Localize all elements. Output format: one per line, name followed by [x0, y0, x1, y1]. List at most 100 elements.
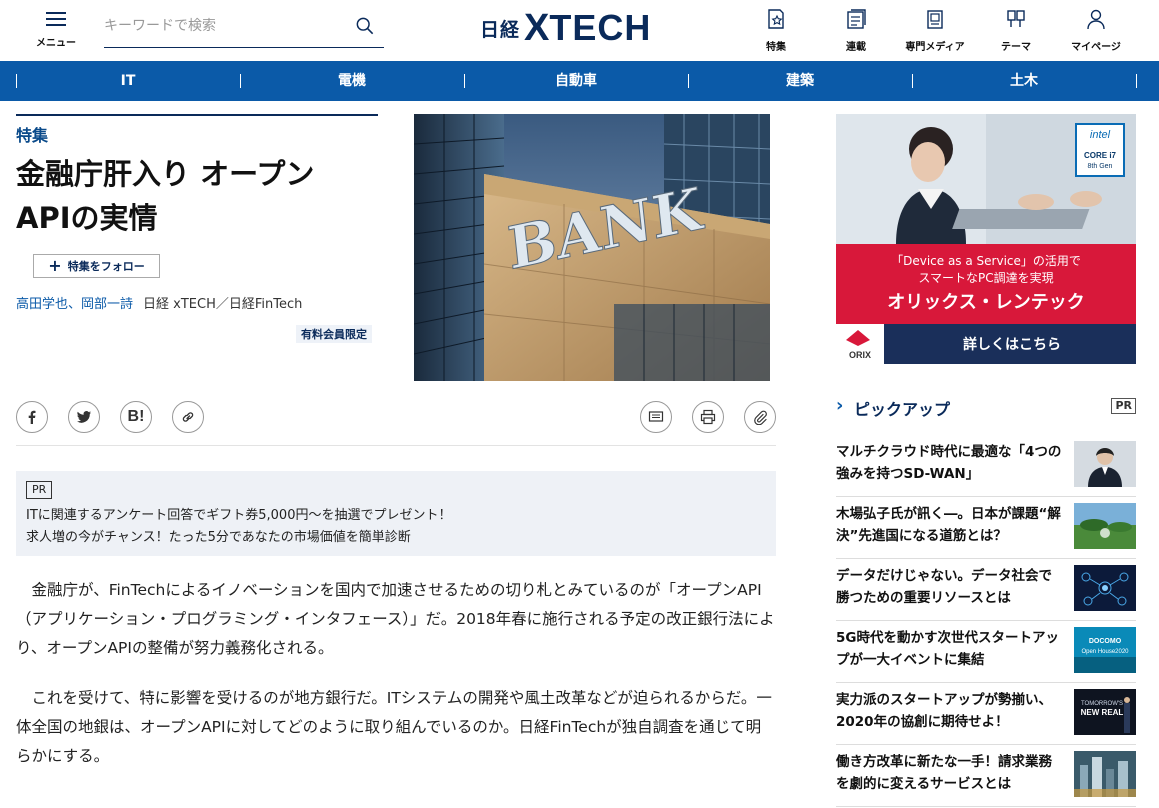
hatena-bookmark-button[interactable]: B!: [120, 401, 152, 433]
logo-nikkei: 日経: [480, 18, 521, 41]
menu-button[interactable]: メニュー: [34, 12, 78, 49]
search-box: [104, 8, 384, 48]
nav-feature[interactable]: 特集: [738, 8, 814, 53]
article-paragraph: これを受けて、特に影響を受けるのが地方銀行だ。ITシステムの開発や風土改革などが…: [16, 689, 772, 765]
comment-icon: [648, 411, 664, 422]
pickup-item-text: 木場弘子氏が訊く―。日本が課題“解決”先進国になる道筋とは？: [836, 506, 1061, 544]
article-paragraph: 金融庁が、FinTechによるイノベーションを国内で加速させるための切り札とみて…: [16, 581, 775, 657]
media-icon: [927, 10, 943, 29]
pickup-pr-tag: PR: [1111, 398, 1136, 414]
section-rule: [16, 114, 378, 116]
pr-link[interactable]: ITに関連するアンケート回答でギフト券5,000円〜を抽選でプレゼント！: [26, 504, 451, 523]
pr-box: PR ITに関連するアンケート回答でギフト券5,000円〜を抽選でプレゼント！ …: [16, 471, 776, 556]
follow-feature-button[interactable]: + 特集をフォロー: [33, 254, 160, 278]
ad-cta: 詳しくはこちら: [963, 336, 1061, 353]
docomo-thumb-text: DOCOMO: [1089, 638, 1122, 645]
nav-media[interactable]: 専門メディア: [897, 8, 973, 53]
pickup-title: ピックアップ: [854, 400, 951, 419]
pickup-item[interactable]: データだけじゃない。データ社会で勝つための重要リソースとは: [836, 559, 1136, 621]
category-civil-engineering[interactable]: 土木: [912, 61, 1136, 101]
site-logo[interactable]: 日経 X TECH: [480, 7, 652, 49]
pickup-thumbnail: [1074, 441, 1136, 487]
publication: 日経 xTECH／日経FinTech: [143, 297, 303, 312]
search-input[interactable]: [104, 9, 344, 43]
category-electronics[interactable]: 電機: [240, 61, 464, 101]
category-automotive[interactable]: 自動車: [464, 61, 688, 101]
comment-button[interactable]: [640, 401, 672, 433]
article-title: 金融庁肝入り オープン APIの実情: [16, 152, 376, 240]
hatena-bookmark-icon: B!: [127, 408, 145, 425]
nav-mypage-label: マイページ: [1071, 42, 1121, 53]
print-button[interactable]: [692, 401, 724, 433]
pickup-item[interactable]: 実力派のスタートアップが勢揃い、2020年の協創に期待せよ！ TOMORROW'…: [836, 683, 1136, 745]
pickup-item-text: 働き方改革に新たな一手！請求業務を劇的に変えるサービスとは: [836, 754, 1052, 792]
facebook-icon: [28, 410, 36, 424]
menu-label: メニュー: [36, 38, 76, 49]
pickup-header: › ピックアップ PR: [836, 394, 1136, 419]
hamburger-icon: [46, 12, 66, 26]
feature-icon: [768, 9, 784, 29]
ad-line2: スマートなPC調達を実現: [918, 270, 1053, 285]
pr-link[interactable]: 求人増の今がチャンス！たった5分であなたの市場価値を簡単診断: [26, 526, 411, 545]
user-icon: [1087, 9, 1105, 30]
pickup-item[interactable]: 働き方改革に新たな一手！請求業務を劇的に変えるサービスとは: [836, 745, 1136, 807]
logo-tech: TECH: [549, 7, 652, 48]
pickup-thumbnail: [1074, 565, 1136, 611]
newreal-thumb-subtext: NEW REAL: [1081, 708, 1124, 717]
pickup-item-text: 実力派のスタートアップが勢揃い、2020年の協創に期待せよ！: [836, 692, 1052, 730]
nav-media-label: 専門メディア: [905, 42, 965, 53]
docomo-thumb-subtext: Open House2020: [1081, 649, 1129, 655]
pickup-thumbnail: [1074, 503, 1136, 549]
twitter-share-button[interactable]: [68, 401, 100, 433]
category-divider: [1136, 74, 1137, 88]
ad-brand: オリックス・レンテック: [887, 292, 1084, 313]
byline: 高田学也、岡部一詩 日経 xTECH／日経FinTech: [16, 293, 302, 312]
cpu-model: CORE i7: [1084, 151, 1117, 160]
advertisement-banner[interactable]: intel CORE i7 8th Gen 「Device as a Servi…: [836, 114, 1136, 364]
print-icon: [700, 409, 716, 425]
clip-button[interactable]: [744, 401, 776, 433]
twitter-icon: [77, 411, 91, 423]
cpu-gen: 8th Gen: [1088, 163, 1113, 170]
nav-feature-label: 特集: [766, 42, 786, 53]
facebook-share-button[interactable]: [16, 401, 48, 433]
pr-tag: PR: [26, 481, 53, 499]
nav-theme[interactable]: テーマ: [978, 8, 1054, 53]
pickup-item[interactable]: 木場弘子氏が訊く―。日本が課題“解決”先進国になる道筋とは？: [836, 497, 1136, 559]
intel-logo: intel: [1090, 129, 1111, 141]
pickup-item-text: 5G時代を動かす次世代スタートアップが一大イベントに集結: [836, 630, 1059, 668]
pickup-item[interactable]: 5G時代を動かす次世代スタートアップが一大イベントに集結 DOCOMO Open …: [836, 621, 1136, 683]
link-icon: [182, 412, 194, 422]
category-architecture[interactable]: 建築: [688, 61, 912, 101]
newreal-thumb-text: TOMORROW'S: [1081, 701, 1123, 707]
series-icon: [847, 9, 866, 29]
paid-member-badge: 有料会員限定: [296, 325, 372, 343]
section-label[interactable]: 特集: [16, 122, 48, 146]
site-header: メニュー 日経 XTECH 特集 連載 専門メディア テーマ マイページ: [0, 0, 1159, 61]
hero-image: BANK: [414, 114, 770, 381]
pickup-thumbnail: TOMORROW'S NEW REAL: [1074, 689, 1136, 735]
pickup-thumbnail: [1074, 751, 1136, 797]
share-divider: [16, 445, 776, 446]
copy-link-button[interactable]: [172, 401, 204, 433]
author-links[interactable]: 高田学也、岡部一詩: [16, 297, 133, 312]
nav-series[interactable]: 連載: [818, 8, 894, 53]
logo-x: X: [524, 7, 550, 49]
plus-icon: +: [48, 256, 62, 275]
nav-mypage[interactable]: マイページ: [1058, 8, 1134, 53]
follow-label: 特集をフォロー: [67, 260, 145, 273]
article-title-line2: APIの実情: [16, 201, 158, 235]
search-icon[interactable]: [356, 17, 374, 35]
orix-logo: ORIX: [849, 350, 871, 360]
pickup-item[interactable]: マルチクラウド時代に最適な「4つの強みを持つSD-WAN」: [836, 435, 1136, 497]
nav-series-label: 連載: [846, 42, 866, 53]
theme-icon: [1007, 10, 1025, 27]
pickup-item-text: マルチクラウド時代に最適な「4つの強みを持つSD-WAN」: [836, 444, 1062, 482]
clip-icon: [754, 410, 767, 425]
category-bar: IT 電機 自動車 建築 土木: [0, 61, 1159, 101]
category-it[interactable]: IT: [16, 61, 240, 101]
chevron-right-icon: ›: [836, 395, 844, 416]
pickup-thumbnail: DOCOMO Open House2020: [1074, 627, 1136, 673]
nav-theme-label: テーマ: [1001, 42, 1031, 53]
ad-line1: 「Device as a Service」の活用で: [891, 254, 1081, 268]
